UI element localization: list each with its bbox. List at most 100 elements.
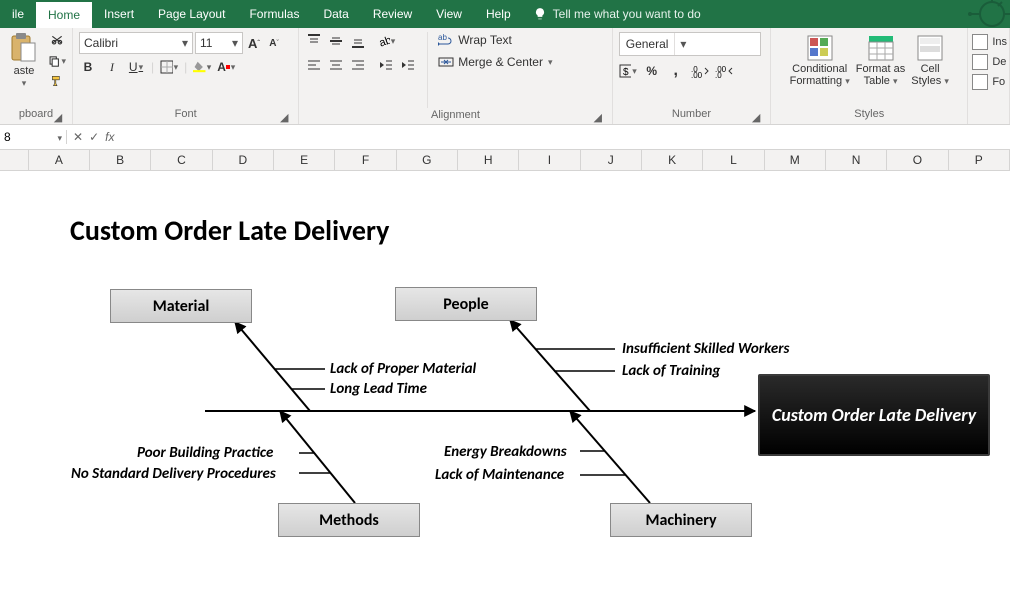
col-header[interactable]: D [213,150,274,170]
tab-page-layout[interactable]: Page Layout [146,0,237,28]
cause-text[interactable]: Insufficient Skilled Workers [622,340,789,358]
col-header[interactable]: J [581,150,642,170]
group-number-label: Number [672,108,711,120]
paste-button[interactable]: aste [6,30,42,91]
comma-button[interactable]: , [667,62,685,80]
increase-font-button[interactable]: Aˆ [245,34,263,52]
percent-button[interactable]: % [643,62,661,80]
tab-home[interactable]: Home [36,0,92,28]
cut-button[interactable] [48,32,66,50]
tell-me[interactable]: Tell me what you want to do [523,0,711,28]
tab-review[interactable]: Review [361,0,424,28]
worksheet-area[interactable]: Custom Order Late Delivery Material Peop… [0,171,1010,595]
cause-text[interactable]: Energy Breakdowns [444,443,567,461]
tab-insert[interactable]: Insert [92,0,146,28]
tab-data[interactable]: Data [311,0,360,28]
cause-text[interactable]: Lack of Maintenance [435,466,564,484]
decrease-indent-button[interactable] [377,56,395,74]
borders-button[interactable]: ▾ [160,58,178,76]
align-bottom-button[interactable] [349,32,367,50]
category-machinery[interactable]: Machinery [610,503,752,537]
col-header[interactable]: G [397,150,458,170]
col-header[interactable]: F [335,150,396,170]
category-methods[interactable]: Methods [278,503,420,537]
insert-button[interactable]: Ins [972,32,1007,52]
col-header[interactable]: M [765,150,826,170]
fill-color-button[interactable]: ▾ [193,58,211,76]
chevron-down-icon [845,75,850,87]
col-header[interactable]: L [703,150,764,170]
align-left-button[interactable] [305,56,323,74]
align-middle-button[interactable] [327,32,345,50]
tab-help[interactable]: Help [474,0,523,28]
svg-text:ab: ab [378,34,390,49]
cause-text[interactable]: Lack of Training [622,362,720,380]
number-dialog-launcher[interactable]: ◢ [750,111,762,123]
format-painter-button[interactable] [48,72,66,90]
tab-file[interactable]: ile [0,0,36,28]
cell-styles-button[interactable]: CellStyles [909,32,951,89]
group-cells-partial: Ins De Fo [968,28,1010,124]
insert-function-button[interactable]: fx [105,130,114,144]
col-header[interactable]: I [519,150,580,170]
bold-button[interactable]: B [79,58,97,76]
copy-button[interactable]: ▾ [48,52,66,70]
italic-button[interactable]: I [103,58,121,76]
format-button[interactable]: Fo [972,72,1007,92]
col-header[interactable]: N [826,150,887,170]
lightbulb-icon [533,7,547,21]
wrap-text-label: Wrap Text [458,33,512,47]
delete-icon [972,54,988,70]
decrease-font-button[interactable]: Aˇ [265,34,283,52]
col-header[interactable]: E [274,150,335,170]
cause-text[interactable]: Lack of Proper Material [330,360,476,378]
cause-text[interactable]: No Standard Delivery Procedures [71,465,276,483]
merge-center-button[interactable]: Merge & Center ▾ [438,54,552,70]
col-header[interactable]: A [29,150,90,170]
increase-decimal-button[interactable]: .0.00 [691,62,709,80]
align-top-button[interactable] [305,32,323,50]
accounting-format-button[interactable]: $▾ [619,62,637,80]
merge-icon [438,54,454,70]
align-center-button[interactable] [327,56,345,74]
font-name-combo[interactable]: Calibri▾ [79,32,193,54]
underline-button[interactable]: U▾ [127,58,145,76]
font-size-combo[interactable]: 11▾ [195,32,243,54]
col-header[interactable]: K [642,150,703,170]
wrap-text-button[interactable]: ab Wrap Text [438,32,552,48]
format-icon [972,74,988,90]
format-as-table-button[interactable]: Format asTable [854,32,908,89]
titlebar-brand-icon [940,0,1010,28]
font-dialog-launcher[interactable]: ◢ [278,111,290,123]
tab-view[interactable]: View [424,0,474,28]
col-header[interactable]: O [887,150,948,170]
clipboard-dialog-launcher[interactable]: ◢ [52,111,64,123]
category-material[interactable]: Material [110,289,252,323]
cancel-formula-button[interactable]: ✕ [73,130,83,144]
chevron-down-icon [57,130,62,144]
align-right-button[interactable] [349,56,367,74]
cause-text[interactable]: Poor Building Practice [137,444,273,462]
select-all-corner[interactable] [0,150,29,170]
cause-text[interactable]: Long Lead Time [330,380,427,398]
fishbone-head[interactable]: Custom Order Late Delivery [758,374,990,456]
delete-button[interactable]: De [972,52,1007,72]
orientation-button[interactable]: ab▾ [377,32,395,50]
increase-indent-button[interactable] [399,56,417,74]
name-box-value: 8 [4,130,11,144]
col-header[interactable]: H [458,150,519,170]
enter-formula-button[interactable]: ✓ [89,130,99,144]
group-cells-label [972,92,1007,110]
col-header[interactable]: C [151,150,212,170]
decrease-decimal-button[interactable]: .00.0 [715,62,733,80]
alignment-dialog-launcher[interactable]: ◢ [592,111,604,123]
name-box[interactable]: 8 [0,130,67,144]
font-color-button[interactable]: A▾ [217,58,235,76]
category-people[interactable]: People [395,287,537,321]
tab-formulas[interactable]: Formulas [237,0,311,28]
col-header[interactable]: P [949,150,1010,170]
col-header[interactable]: B [90,150,151,170]
group-styles-label: Styles [854,108,884,120]
number-format-select[interactable]: General ▾ [619,32,761,56]
conditional-formatting-button[interactable]: ConditionalFormatting [788,32,852,89]
